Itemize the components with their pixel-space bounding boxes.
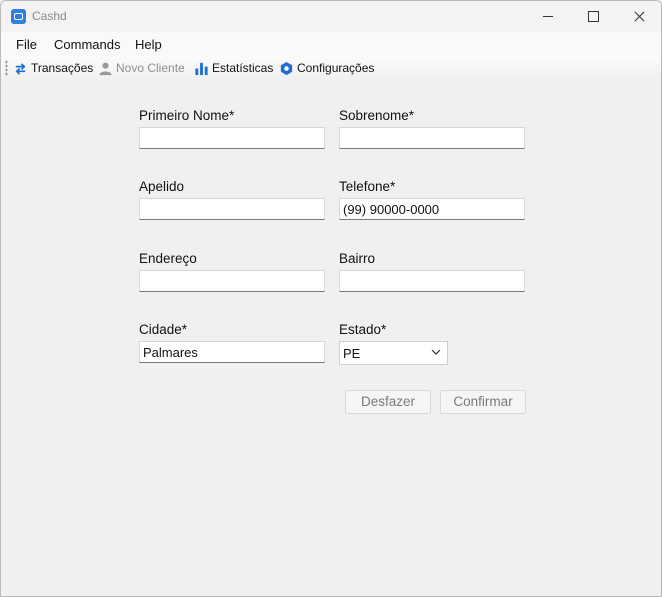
nickname-input[interactable] [139,198,325,220]
state-label: Estado* [339,322,387,337]
nickname-label: Apelido [139,179,185,194]
menu-file[interactable]: File [16,37,37,52]
city-label: Cidade* [139,322,188,337]
new-client-button[interactable]: Novo Cliente [98,58,185,78]
toolbar-grip[interactable] [5,60,8,76]
settings-button[interactable]: Configurações [279,58,374,78]
statistics-button[interactable]: Estatísticas [194,58,273,78]
window-title: Cashd [32,9,67,23]
app-logo-icon [11,9,26,24]
first-name-input[interactable] [139,127,325,149]
settings-label: Configurações [297,61,375,75]
confirm-button[interactable]: Confirmar [440,390,526,414]
first-name-label: Primeiro Nome* [139,108,235,123]
city-input[interactable] [139,341,325,363]
last-name-label: Sobrenome* [339,108,415,123]
phone-label: Telefone* [339,179,396,194]
phone-input[interactable] [339,198,525,220]
state-select[interactable]: PE [339,341,448,365]
address-input[interactable] [139,270,325,292]
district-label: Bairro [339,251,376,266]
maximize-button[interactable] [570,1,616,32]
transactions-label: Transações [31,61,94,75]
district-input[interactable] [339,270,525,292]
toolbar: Transações Novo Cliente Estatísticas Con… [1,56,661,80]
undo-button[interactable]: Desfazer [345,390,431,414]
menu-help[interactable]: Help [135,37,162,52]
last-name-input[interactable] [339,127,525,149]
address-label: Endereço [139,251,197,266]
bar-chart-icon [195,62,208,75]
menu-commands[interactable]: Commands [54,37,120,52]
gear-icon [280,61,293,75]
app-window: Cashd File Commands Help Transações Novo… [0,0,662,597]
transactions-button[interactable]: Transações [13,58,93,78]
state-select-value: PE [343,346,361,361]
chevron-down-icon [431,349,441,355]
menu-bar: File Commands Help [1,32,661,56]
close-button[interactable] [616,1,661,32]
new-client-label: Novo Cliente [116,61,185,75]
statistics-label: Estatísticas [212,61,274,75]
title-bar[interactable]: Cashd [1,1,661,32]
swap-arrows-icon [15,62,26,75]
user-icon [99,62,112,75]
minimize-button[interactable] [524,1,570,32]
